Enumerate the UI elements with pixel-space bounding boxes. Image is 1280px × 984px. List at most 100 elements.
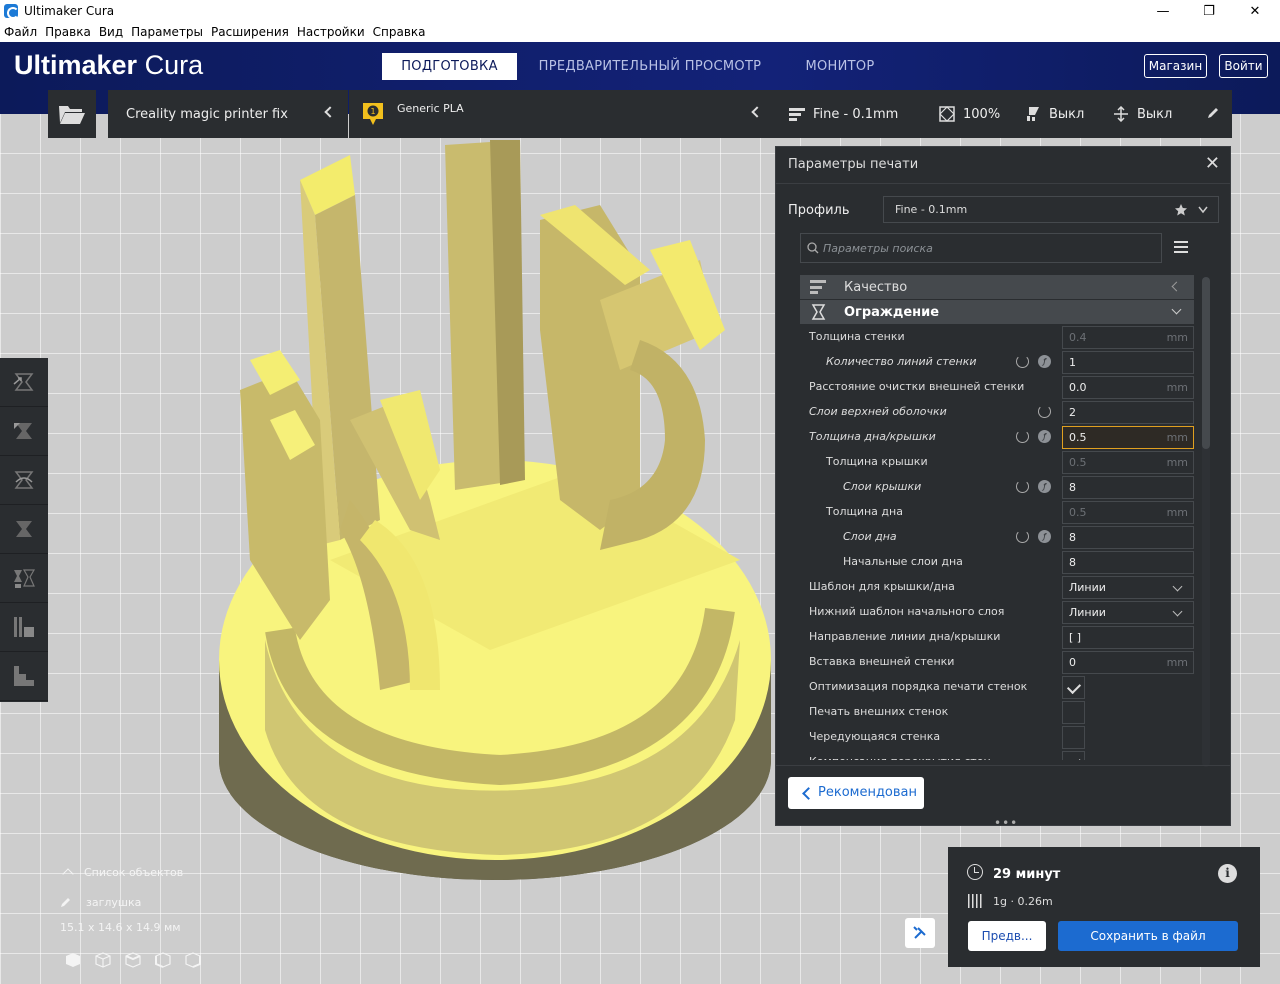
support-blocker-tool[interactable] <box>0 603 48 652</box>
minimize-button[interactable]: — <box>1140 0 1186 22</box>
view-3d-icon[interactable] <box>62 950 202 970</box>
setting-input[interactable]: 0.4 mm <box>1062 326 1194 349</box>
setting-row: Толщина крышки 0.5 mm <box>800 450 1194 475</box>
menu-help[interactable]: Справка <box>373 25 426 39</box>
category-quality[interactable]: Качество <box>800 275 1194 299</box>
setting-checkbox[interactable] <box>1062 751 1085 760</box>
quality-icon <box>810 280 826 294</box>
layer-tool[interactable] <box>0 652 48 701</box>
transform-tools <box>0 358 48 702</box>
print-time: 29 минут <box>993 867 1061 882</box>
setting-input[interactable]: 8 <box>1062 526 1194 549</box>
setting-checkbox[interactable] <box>1062 701 1085 724</box>
divider <box>776 183 1230 184</box>
setting-input[interactable]: [ ] <box>1062 626 1194 649</box>
window-title: Ultimaker Cura <box>24 4 115 18</box>
per-model-settings-tool[interactable] <box>0 554 48 603</box>
setting-dropdown[interactable]: Линии <box>1062 601 1194 624</box>
setting-input[interactable]: 1 <box>1062 351 1194 374</box>
pencil-icon[interactable] <box>60 896 74 908</box>
signin-button[interactable]: Войти <box>1219 54 1268 78</box>
chevron-left-icon <box>324 106 336 118</box>
info-icon[interactable]: i <box>1218 864 1237 883</box>
tab-monitor[interactable]: МОНИТОР <box>790 53 890 80</box>
material-usage: 1g · 0.26m <box>993 895 1053 908</box>
quality-summary: Fine - 0.1mm <box>789 90 898 138</box>
preview-button[interactable]: Предв... <box>968 921 1046 951</box>
search-icon <box>807 242 819 254</box>
setting-input[interactable]: 8 <box>1062 551 1194 574</box>
maximize-button[interactable]: ❐ <box>1186 0 1232 22</box>
search-placeholder: Параметры поиска <box>823 242 933 255</box>
reset-icon[interactable] <box>1016 530 1029 543</box>
object-list-toggle[interactable]: Список объектов <box>60 866 183 880</box>
rotate-icon <box>12 468 36 492</box>
setting-input[interactable]: 0 mm <box>1062 651 1194 674</box>
support-summary: Выкл <box>1025 90 1084 138</box>
setting-input[interactable]: 0.0 mm <box>1062 376 1194 399</box>
reset-icon[interactable] <box>1038 405 1051 418</box>
arrange-tool-button[interactable] <box>905 918 935 948</box>
settings-search-input[interactable]: Параметры поиска <box>800 233 1162 263</box>
category-shell[interactable]: Ограждение <box>800 300 1194 324</box>
tools-icon <box>913 926 926 939</box>
setting-input[interactable]: 0.5 mm <box>1062 426 1194 449</box>
mirror-tool[interactable] <box>0 505 48 554</box>
function-info-icon[interactable]: ƒ <box>1038 430 1051 443</box>
rotate-tool[interactable] <box>0 456 48 505</box>
adhesion-value: Выкл <box>1137 106 1173 122</box>
menu-view[interactable]: Вид <box>99 25 123 39</box>
setting-value: 8 <box>1069 531 1076 544</box>
reset-icon[interactable] <box>1016 355 1029 368</box>
function-info-icon[interactable]: ƒ <box>1038 480 1051 493</box>
setting-row: Направление линии дна/крышки [ ] <box>800 625 1194 650</box>
setting-checkbox[interactable] <box>1062 676 1085 699</box>
menu-edit[interactable]: Правка <box>45 25 91 39</box>
menu-settings[interactable]: Параметры <box>131 25 203 39</box>
setting-input[interactable]: 2 <box>1062 401 1194 424</box>
setting-input[interactable]: 8 <box>1062 476 1194 499</box>
ultimaker-cura-logo: Ultimaker Cura <box>14 50 204 80</box>
setting-label: Нижний шаблон начального слоя <box>809 605 1005 618</box>
settings-scrollbar[interactable] <box>1202 277 1210 897</box>
setting-row: Слои дна ƒ 8 <box>800 525 1194 550</box>
setting-input[interactable]: 0.5 mm <box>1062 451 1194 474</box>
marketplace-button[interactable]: Магазин <box>1144 54 1207 78</box>
menu-file[interactable]: Файл <box>4 25 37 39</box>
print-setup-selector[interactable]: Fine - 0.1mm 100% Выкл Выкл <box>775 90 1232 138</box>
setting-value: 0.5 <box>1069 456 1087 469</box>
object-name-row: заглушка <box>60 896 141 909</box>
setting-dropdown[interactable]: Линии <box>1062 576 1194 599</box>
recommended-mode-button[interactable]: Рекомендован <box>788 777 924 809</box>
settings-visibility-menu-icon[interactable] <box>1174 241 1188 253</box>
pencil-icon[interactable] <box>1206 106 1220 120</box>
function-info-icon[interactable]: ƒ <box>1038 355 1051 368</box>
setting-input[interactable]: 0.5 mm <box>1062 501 1194 524</box>
menu-extensions[interactable]: Расширения <box>211 25 289 39</box>
setting-checkbox[interactable] <box>1062 726 1085 749</box>
menu-preferences[interactable]: Настройки <box>297 25 365 39</box>
quality-value: Fine - 0.1mm <box>813 106 899 122</box>
scale-tool[interactable] <box>0 407 48 456</box>
printer-selector[interactable]: Creality magic printer fix <box>108 90 348 138</box>
function-info-icon[interactable]: ƒ <box>1038 530 1051 543</box>
tab-preview[interactable]: ПРЕДВАРИТЕЛЬНЫЙ ПРОСМОТР <box>530 53 770 80</box>
scrollbar-thumb[interactable] <box>1202 277 1210 449</box>
reset-icon[interactable] <box>1016 430 1029 443</box>
material-selector[interactable]: 1 Generic PLA <box>349 90 775 138</box>
extruder-icon: 1 <box>363 103 383 125</box>
scale-icon <box>12 419 36 443</box>
save-to-file-button[interactable]: Сохранить в файл <box>1058 921 1238 951</box>
setting-row: Слои верхней оболочки 2 <box>800 400 1194 425</box>
tab-prepare[interactable]: ПОДГОТОВКА <box>382 53 517 80</box>
infill-value: 100% <box>963 106 1001 122</box>
reset-icon[interactable] <box>1016 480 1029 493</box>
open-file-button[interactable] <box>48 90 96 138</box>
close-icon[interactable]: ✕ <box>1205 153 1220 174</box>
move-tool[interactable] <box>0 358 48 407</box>
star-icon[interactable] <box>1174 203 1188 217</box>
close-button[interactable]: ✕ <box>1232 0 1278 22</box>
profile-dropdown[interactable]: Fine - 0.1mm <box>883 196 1219 223</box>
setting-value: 0.0 <box>1069 381 1087 394</box>
panel-resize-handle[interactable]: ••• <box>994 816 1018 830</box>
